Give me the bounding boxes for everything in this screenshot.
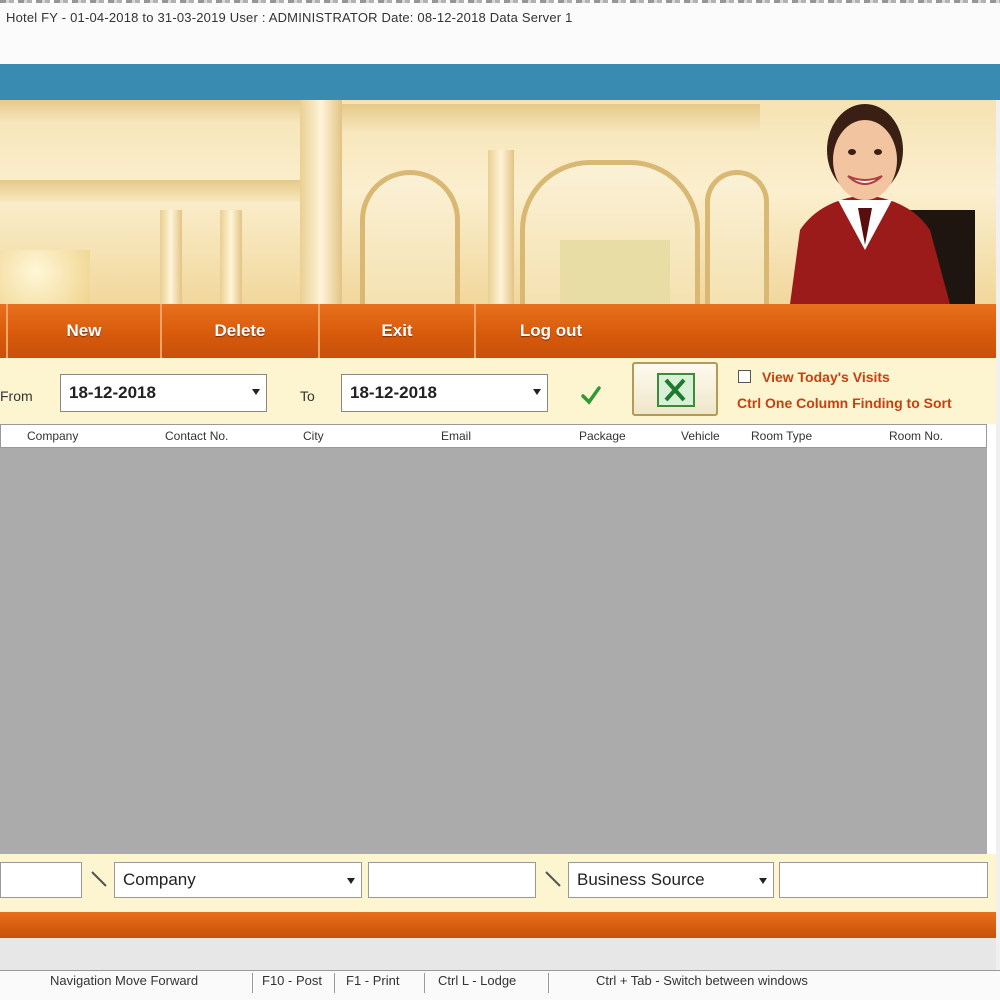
banner-column xyxy=(300,100,342,304)
chevron-down-icon[interactable] xyxy=(347,878,355,884)
footer-spacer xyxy=(0,938,996,970)
banner-cornice xyxy=(0,100,300,124)
chevron-down-icon[interactable] xyxy=(533,389,541,395)
from-date-value: 18-12-2018 xyxy=(69,383,156,402)
search-panel: Company Business Source xyxy=(0,854,996,912)
status-bar: Navigation Move Forward F10 - Post F1 - … xyxy=(0,970,1000,1000)
grid-header: Company Contact No. City Email Package V… xyxy=(0,424,987,448)
data-grid[interactable] xyxy=(0,448,987,854)
caption-bar xyxy=(0,64,1000,102)
chevron-down-icon[interactable] xyxy=(759,878,767,884)
banner-column xyxy=(220,210,242,304)
window-title: Hotel FY - 01-04-2018 to 31-03-2019 User… xyxy=(6,10,573,25)
status-print: F1 - Print xyxy=(346,973,400,988)
pencil-icon xyxy=(545,871,561,887)
banner-arch xyxy=(360,170,460,304)
chevron-down-icon[interactable] xyxy=(252,389,260,395)
hotel-banner-image xyxy=(0,100,996,304)
pencil-icon xyxy=(91,871,107,887)
status-post: F10 - Post xyxy=(262,973,322,988)
window-title-bar: Hotel FY - 01-04-2018 to 31-03-2019 User… xyxy=(0,0,1000,64)
receptionist-illustration xyxy=(790,104,950,304)
window-right-edge xyxy=(996,100,1000,970)
excel-icon xyxy=(657,373,695,407)
to-date-picker[interactable]: 18-12-2018 xyxy=(341,374,548,412)
view-todays-visits-checkbox[interactable] xyxy=(738,370,751,383)
status-lodge: Ctrl L - Lodge xyxy=(438,973,517,988)
status-navigation: Navigation Move Forward xyxy=(50,973,199,988)
column-header-room-no[interactable]: Room No. xyxy=(889,429,943,443)
title-border-decoration xyxy=(0,0,1000,3)
column-header-room-type[interactable]: Room Type xyxy=(751,429,812,443)
banner-column xyxy=(488,150,514,304)
search-input-1[interactable] xyxy=(0,862,82,898)
to-label: To xyxy=(300,388,315,404)
status-separator xyxy=(334,973,335,993)
date-filter-panel: From 18-12-2018 To 18-12-2018 View Today… xyxy=(0,358,996,424)
status-separator xyxy=(252,973,253,993)
column-header-package[interactable]: Package xyxy=(579,429,626,443)
banner-arch xyxy=(705,170,769,304)
banner-column xyxy=(160,210,182,304)
search-input-3[interactable] xyxy=(779,862,988,898)
apply-filter-check-icon[interactable] xyxy=(580,384,602,406)
to-date-value: 18-12-2018 xyxy=(350,383,437,402)
logout-button[interactable]: Log out xyxy=(476,304,626,358)
column-header-vehicle[interactable]: Vehicle xyxy=(681,429,720,443)
search-field-combo-2-value: Business Source xyxy=(577,870,705,889)
status-switch-windows: Ctrl + Tab - Switch between windows xyxy=(596,973,808,988)
search-field-combo-2[interactable]: Business Source xyxy=(568,862,774,898)
status-separator xyxy=(424,973,425,993)
search-input-2[interactable] xyxy=(368,862,536,898)
export-excel-button[interactable] xyxy=(632,362,718,416)
toolbar-edge xyxy=(0,304,8,358)
search-field-combo-1-value: Company xyxy=(123,870,196,889)
delete-button[interactable]: Delete xyxy=(162,304,320,358)
banner-ceiling xyxy=(340,104,760,134)
from-label: From xyxy=(0,388,33,404)
new-button[interactable]: New xyxy=(8,304,162,358)
column-header-email[interactable]: Email xyxy=(441,429,471,443)
banner-light xyxy=(0,250,90,304)
column-header-city[interactable]: City xyxy=(303,429,324,443)
banner-balcony xyxy=(0,180,300,202)
sort-hint: Ctrl One Column Finding to Sort xyxy=(737,395,952,411)
main-toolbar: New Delete Exit Log out xyxy=(0,304,996,358)
banner-doorway xyxy=(560,240,670,304)
footer-bar xyxy=(0,912,996,938)
from-date-picker[interactable]: 18-12-2018 xyxy=(60,374,267,412)
view-todays-visits-label: View Today's Visits xyxy=(762,369,890,385)
status-separator xyxy=(548,973,549,993)
column-header-contact[interactable]: Contact No. xyxy=(165,429,228,443)
search-field-combo-1[interactable]: Company xyxy=(114,862,362,898)
column-header-company[interactable]: Company xyxy=(27,429,78,443)
exit-button[interactable]: Exit xyxy=(320,304,476,358)
